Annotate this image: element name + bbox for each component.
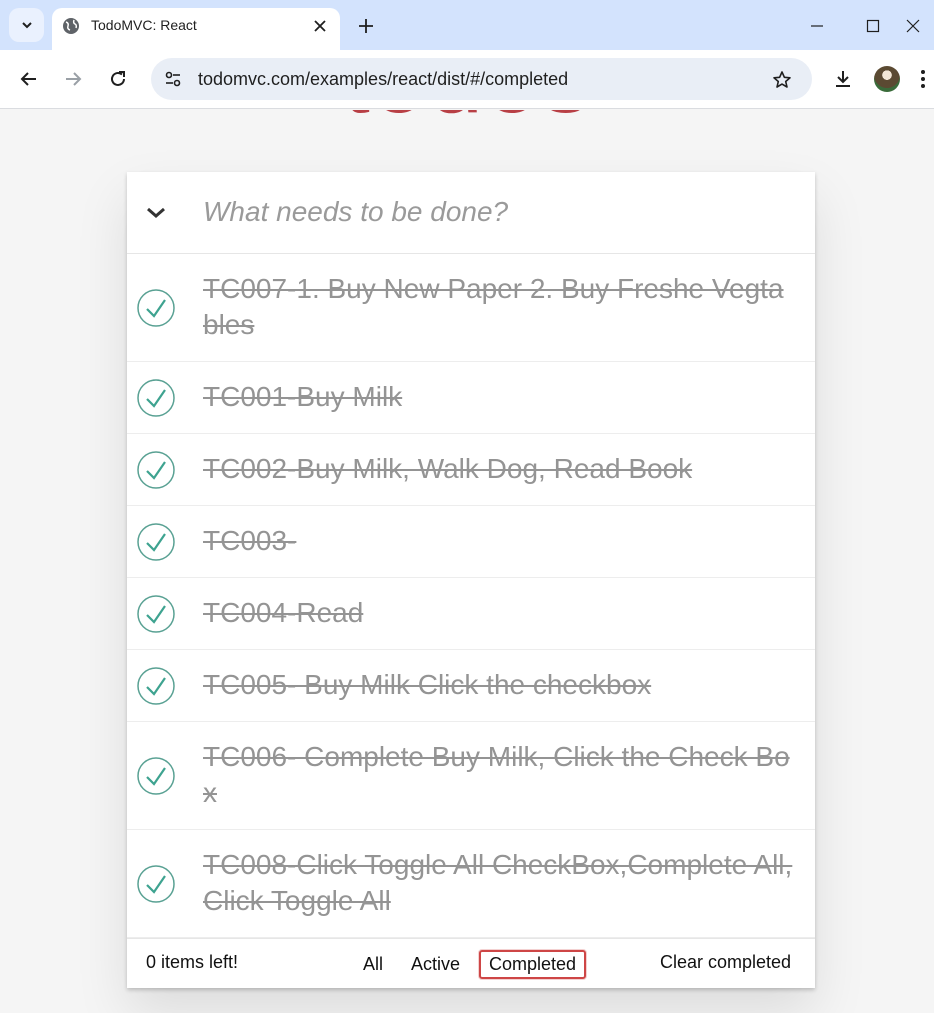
- todo-list: TC007-1. Buy New Paper 2. Buy Freshe Veg…: [127, 254, 815, 938]
- bookmark-button[interactable]: [770, 68, 794, 92]
- tune-icon: [165, 71, 181, 87]
- checkmark-circle-icon[interactable]: [136, 522, 176, 562]
- todo-label[interactable]: TC006- Complete Buy Milk, Click the Chec…: [203, 722, 793, 829]
- todo-label[interactable]: TC005- Buy Milk Click the checkbox: [203, 650, 793, 721]
- checkmark-circle-icon[interactable]: [136, 378, 176, 418]
- todo-item: TC008-Click Toggle All CheckBox,Complete…: [127, 830, 815, 938]
- todo-app: TC007-1. Buy New Paper 2. Buy Freshe Veg…: [127, 172, 815, 988]
- chevron-down-icon: [21, 22, 32, 29]
- arrow-left-icon: [20, 72, 36, 86]
- new-todo-input[interactable]: [187, 186, 797, 238]
- maximize-icon: [866, 19, 880, 33]
- todo-label[interactable]: TC001-Buy Milk: [203, 362, 793, 433]
- checkmark-circle-icon[interactable]: [136, 666, 176, 706]
- checkmark-circle-icon[interactable]: [136, 756, 176, 796]
- window-close-button[interactable]: [906, 8, 934, 44]
- filter-active[interactable]: Active: [403, 950, 468, 979]
- todo-label[interactable]: TC003-: [203, 506, 793, 577]
- download-icon: [836, 71, 850, 87]
- minimize-icon: [811, 25, 823, 27]
- todo-item: TC002-Buy Milk, Walk Dog, Read Book: [127, 434, 815, 506]
- filter-completed[interactable]: Completed: [479, 950, 587, 979]
- todo-item: TC001-Buy Milk: [127, 362, 815, 434]
- app-heading: todos: [0, 110, 934, 138]
- url-text[interactable]: todomvc.com/examples/react/dist/#/comple…: [198, 69, 568, 90]
- todo-label[interactable]: TC007-1. Buy New Paper 2. Buy Freshe Veg…: [203, 254, 793, 361]
- reload-button[interactable]: [103, 64, 133, 94]
- globe-icon: [63, 18, 79, 34]
- checkmark-circle-icon[interactable]: [136, 594, 176, 634]
- forward-button[interactable]: [58, 64, 88, 94]
- todo-footer: 0 items left! All Active Completed Clear…: [127, 938, 815, 988]
- items-left-count: 0 items left!: [146, 952, 239, 972]
- new-todo-row: [127, 172, 815, 254]
- more-vert-icon: [921, 70, 925, 88]
- chevron-down-icon: [147, 207, 165, 218]
- new-tab-button[interactable]: [352, 12, 380, 40]
- todo-item: TC006- Complete Buy Milk, Click the Chec…: [127, 722, 815, 830]
- browser-menu-button[interactable]: [912, 66, 934, 92]
- profile-avatar[interactable]: [874, 66, 900, 92]
- close-icon: [314, 20, 326, 32]
- checkmark-circle-icon[interactable]: [136, 288, 176, 328]
- todo-item: TC005- Buy Milk Click the checkbox: [127, 650, 815, 722]
- todo-label[interactable]: TC002-Buy Milk, Walk Dog, Read Book: [203, 434, 793, 505]
- todo-item: TC003-: [127, 506, 815, 578]
- browser-toolbar: todomvc.com/examples/react/dist/#/comple…: [0, 50, 934, 109]
- site-info-button[interactable]: [161, 67, 185, 91]
- filter-all[interactable]: All: [355, 950, 391, 979]
- star-icon: [773, 71, 791, 88]
- tab-title: TodoMVC: React: [91, 17, 197, 33]
- maximize-button[interactable]: [850, 8, 896, 44]
- checkmark-circle-icon[interactable]: [136, 450, 176, 490]
- clear-completed-button[interactable]: Clear completed: [660, 952, 791, 973]
- todo-item: TC007-1. Buy New Paper 2. Buy Freshe Veg…: [127, 254, 815, 362]
- address-bar[interactable]: todomvc.com/examples/react/dist/#/comple…: [151, 58, 812, 100]
- todo-item: TC004-Read: [127, 578, 815, 650]
- close-icon: [906, 19, 920, 33]
- browser-tab[interactable]: TodoMVC: React: [52, 8, 340, 50]
- arrow-right-icon: [66, 72, 82, 86]
- downloads-button[interactable]: [828, 64, 858, 94]
- back-button[interactable]: [14, 64, 44, 94]
- todo-label[interactable]: TC004-Read: [203, 578, 793, 649]
- tab-search-button[interactable]: [9, 8, 44, 42]
- minimize-button[interactable]: [794, 8, 840, 44]
- todo-label[interactable]: TC008-Click Toggle All CheckBox,Complete…: [203, 830, 793, 937]
- tab-strip: TodoMVC: React: [0, 0, 934, 50]
- reload-icon: [111, 71, 125, 86]
- toggle-all-button[interactable]: [141, 198, 171, 228]
- tab-close-button[interactable]: [310, 16, 330, 36]
- plus-icon: [359, 19, 373, 33]
- checkmark-circle-icon[interactable]: [136, 864, 176, 904]
- page-viewport: todos TC007-1. Buy New Paper 2. Buy Fres…: [0, 110, 934, 1013]
